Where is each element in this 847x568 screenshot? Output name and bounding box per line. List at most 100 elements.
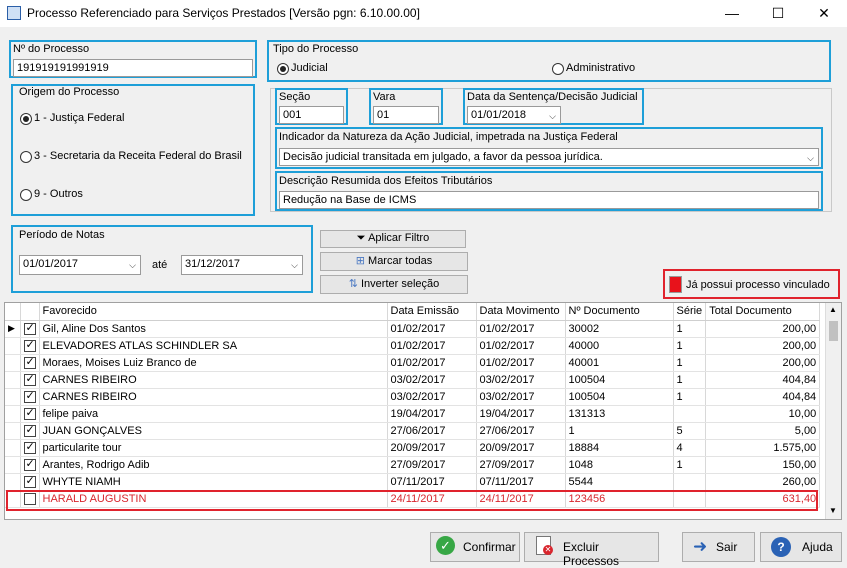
- row-checkbox[interactable]: [23, 406, 36, 420]
- scroll-down-icon[interactable]: ▼: [829, 506, 837, 515]
- secao-input[interactable]: 001: [279, 106, 344, 124]
- cell-favorecido: Moraes, Moises Luiz Branco de: [39, 354, 388, 372]
- vara-label: Vara: [373, 91, 396, 103]
- radio-judicial[interactable]: [277, 63, 289, 75]
- row-checkbox[interactable]: [23, 372, 36, 386]
- row-checkbox[interactable]: [23, 440, 36, 454]
- row-indicator: [5, 473, 21, 491]
- periodo-to-picker[interactable]: 31/12/2017 ⌵: [181, 255, 303, 275]
- table-row[interactable]: HARALD AUGUSTIN 24/11/2017 24/11/2017 12345…: [5, 490, 821, 508]
- row-checkbox[interactable]: [23, 474, 36, 488]
- periodo-from-picker[interactable]: 01/01/2017 ⌵: [19, 255, 141, 275]
- table-row[interactable]: Moraes, Moises Luiz Branco de01/02/20170…: [5, 354, 821, 372]
- cell-favorecido: particularite tour: [39, 439, 388, 457]
- cell-total: 200,00: [705, 337, 821, 355]
- row-checkbox[interactable]: [23, 355, 36, 369]
- row-checkbox[interactable]: [23, 457, 36, 471]
- table-row[interactable]: WHYTE NIAMH07/11/201707/11/20175544260,0…: [5, 473, 821, 491]
- cell-data-emissao: 01/02/2017: [387, 354, 477, 372]
- col-data-movimento[interactable]: Data Movimento: [476, 303, 566, 321]
- marcar-todas-button[interactable]: ⊞ Marcar todas: [320, 252, 468, 271]
- row-checkbox[interactable]: [23, 338, 36, 352]
- inverter-selecao-button[interactable]: ⇅ Inverter seleção: [320, 275, 468, 294]
- cell-documento: 40001: [565, 354, 674, 372]
- help-icon: ?: [771, 537, 791, 557]
- maximize-icon[interactable]: ☐: [755, 0, 801, 27]
- row-checkbox-cell: [20, 388, 40, 406]
- col-serie[interactable]: Série: [673, 303, 707, 321]
- secao-box: Seção 001: [275, 88, 348, 125]
- cell-documento: 1: [565, 422, 674, 440]
- cell-serie: [673, 405, 707, 423]
- excluir-processos-button[interactable]: ✕ Excluir Processos: [524, 532, 659, 568]
- table-row[interactable]: CARNES RIBEIRO03/02/201703/02/2017100504…: [5, 371, 821, 389]
- processo-input[interactable]: 191919191991919: [13, 59, 253, 77]
- chevron-down-icon: ⌵: [129, 260, 136, 270]
- row-checkbox-cell: [20, 456, 40, 474]
- table-row[interactable]: CARNES RIBEIRO03/02/201703/02/2017100504…: [5, 388, 821, 406]
- chevron-down-icon: ⌵: [807, 153, 814, 163]
- inverter-selecao-label: Inverter seleção: [361, 278, 440, 290]
- cell-documento: 30002: [565, 320, 674, 338]
- minimize-icon[interactable]: —: [709, 0, 755, 27]
- chevron-down-icon: ⌵: [291, 260, 298, 270]
- ja-possui-label: Já possui processo vinculado: [686, 279, 830, 291]
- scroll-up-icon[interactable]: ▲: [829, 305, 837, 314]
- ajuda-button[interactable]: ? Ajuda: [760, 532, 842, 562]
- grid-scrollbar[interactable]: ▲ ▼: [825, 303, 841, 519]
- row-checkbox[interactable]: [23, 423, 36, 437]
- table-row[interactable]: JUAN GONÇALVES27/06/201727/06/2017155,00: [5, 422, 821, 440]
- indicator-header: [5, 303, 21, 321]
- administrativo-label: Administrativo: [566, 62, 636, 74]
- header-row: Favorecido Data Emissão Data Movimento N…: [5, 303, 821, 321]
- origem-option-9: 9 - Outros: [34, 188, 83, 200]
- confirmar-button[interactable]: ✓ Confirmar: [430, 532, 520, 562]
- notas-grid[interactable]: Favorecido Data Emissão Data Movimento N…: [4, 302, 842, 520]
- col-documento[interactable]: Nº Documento: [565, 303, 674, 321]
- row-checkbox-cell: [20, 371, 40, 389]
- aplicar-filtro-button[interactable]: ⏷ Aplicar Filtro: [320, 230, 466, 248]
- cell-serie: 4: [673, 439, 707, 457]
- table-row[interactable]: felipe paiva19/04/201719/04/201713131310…: [5, 405, 821, 423]
- app-icon: [7, 6, 21, 20]
- data-sentenca-picker[interactable]: 01/01/2018 ⌵: [467, 106, 561, 124]
- row-indicator: [5, 388, 21, 406]
- table-row[interactable]: ▶Gil, Aline Dos Santos01/02/201701/02/20…: [5, 320, 821, 338]
- row-checkbox[interactable]: [23, 321, 36, 335]
- row-checkbox-cell: [20, 473, 40, 491]
- cell-documento: 40000: [565, 337, 674, 355]
- col-data-emissao[interactable]: Data Emissão: [387, 303, 477, 321]
- scroll-thumb[interactable]: [829, 321, 838, 341]
- vara-input[interactable]: 01: [373, 106, 439, 124]
- indicador-select[interactable]: Decisão judicial transitada em julgado, …: [279, 148, 819, 166]
- row-checkbox[interactable]: [23, 389, 36, 403]
- cell-serie: 5: [673, 422, 707, 440]
- cell-documento: 100504: [565, 388, 674, 406]
- cell-data-emissao: 19/04/2017: [387, 405, 477, 423]
- table-row[interactable]: Arantes, Rodrigo Adib27/09/201727/09/201…: [5, 456, 821, 474]
- radio-origem-3[interactable]: [20, 151, 32, 163]
- cell-serie: 1: [673, 371, 707, 389]
- cell-data-movimento: 27/09/2017: [476, 456, 566, 474]
- table-row[interactable]: particularite tour20/09/201720/09/201718…: [5, 439, 821, 457]
- close-icon[interactable]: ✕: [801, 0, 847, 27]
- radio-origem-9[interactable]: [20, 189, 32, 201]
- cell-total: 200,00: [705, 354, 821, 372]
- exit-icon: ➜: [693, 537, 708, 556]
- row-checkbox[interactable]: [23, 492, 36, 505]
- radio-origem-1[interactable]: [20, 113, 32, 125]
- table-row[interactable]: ELEVADORES ATLAS SCHINDLER SA01/02/20170…: [5, 337, 821, 355]
- descricao-input[interactable]: Redução na Base de ICMS: [279, 191, 819, 209]
- check-circle-icon: ✓: [436, 536, 455, 555]
- filter-icon: ⏷: [356, 232, 366, 244]
- row-indicator: [5, 405, 21, 423]
- cell-data-movimento: 03/02/2017: [476, 388, 566, 406]
- notas-table: Favorecido Data Emissão Data Movimento N…: [5, 303, 821, 508]
- tipo-label: Tipo do Processo: [273, 43, 359, 55]
- cell-favorecido: WHYTE NIAMH: [39, 473, 388, 491]
- sair-button[interactable]: ➜ Sair: [682, 532, 755, 562]
- cell-data-emissao: 07/11/2017: [387, 473, 477, 491]
- radio-administrativo[interactable]: [552, 63, 564, 75]
- col-favorecido[interactable]: Favorecido: [39, 303, 388, 321]
- col-total[interactable]: Total Documento: [705, 303, 821, 321]
